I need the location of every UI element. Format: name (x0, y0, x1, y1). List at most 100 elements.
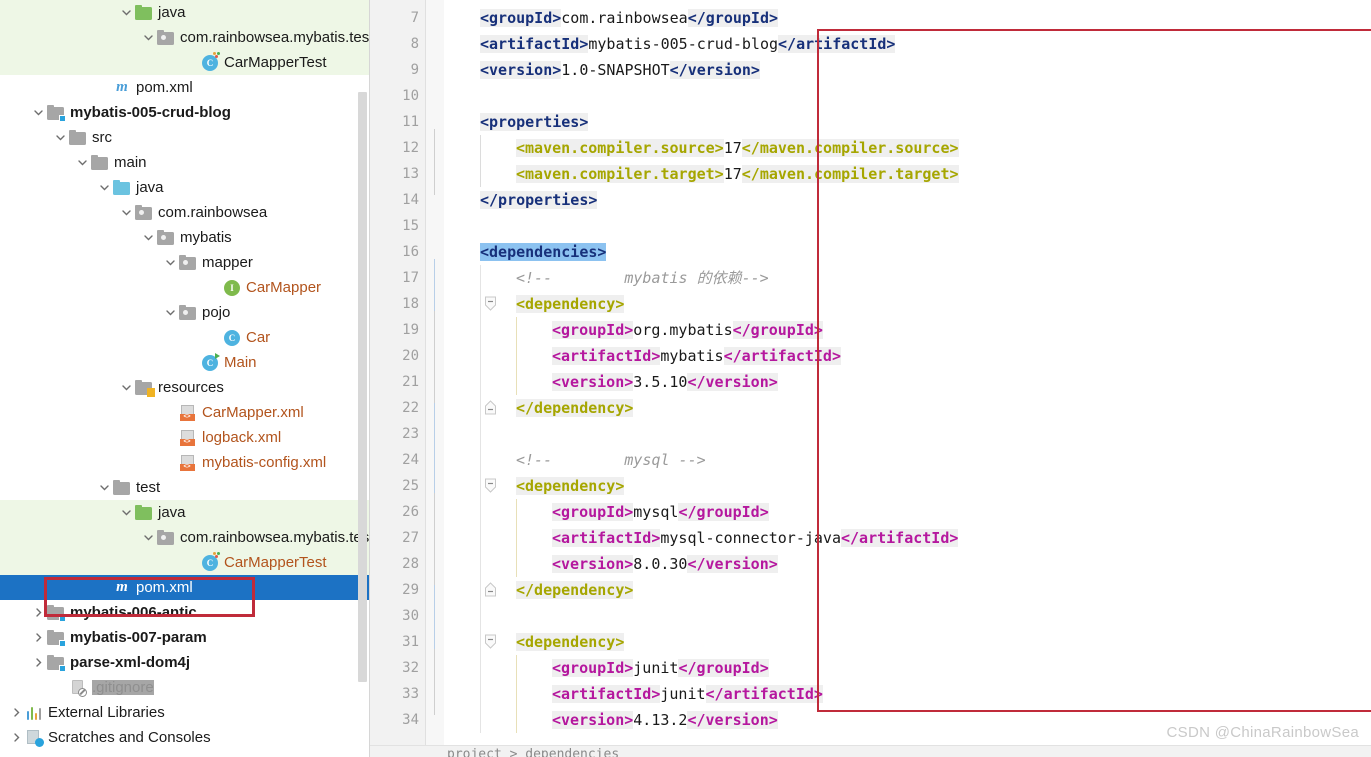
chevron-down-icon[interactable] (96, 482, 112, 493)
code-line[interactable]: <artifactId>junit</artifactId> (552, 681, 823, 707)
chevron-right-icon[interactable] (30, 607, 46, 618)
chevron-down-icon[interactable] (162, 307, 178, 318)
tree-item-scratches-and-consoles[interactable]: Scratches and Consoles (0, 725, 369, 750)
tree-item-carmapper[interactable]: I CarMapper (0, 275, 369, 300)
code-token: </version> (687, 711, 778, 729)
project-tree-panel[interactable]: java com.rainbowsea.mybatis.tes C CarMapper… (0, 0, 370, 757)
code-line[interactable]: <maven.compiler.source>17</maven.compile… (516, 135, 959, 161)
tree-item-com-rainbowsea[interactable]: com.rainbowsea (0, 200, 369, 225)
tree-item-java[interactable]: java (0, 0, 369, 25)
code-line[interactable]: <properties> (480, 109, 589, 135)
tree-item-car[interactable]: C Car (0, 325, 369, 350)
code-token: <artifactId> (552, 529, 661, 547)
tree-item-main[interactable]: main (0, 150, 369, 175)
tree-item-pojo[interactable]: pojo (0, 300, 369, 325)
code-editor[interactable]: 7 8 9 10 11 12 13 14 15 16 17 18 19 20 21 22 23 24 25 26 27 2… (370, 0, 1371, 757)
tree-item-label: com.rainbowsea.mybatis.tes (180, 29, 370, 46)
code-line[interactable]: <dependency> (516, 629, 625, 655)
code-line[interactable]: <groupId>org.mybatis</groupId> (552, 317, 823, 343)
chevron-down-icon[interactable] (118, 507, 134, 518)
tree-item-mybatis-007-param[interactable]: mybatis-007-param (0, 625, 369, 650)
tree-item-java[interactable]: java (0, 175, 369, 200)
code-line[interactable]: <maven.compiler.target>17</maven.compile… (516, 161, 959, 187)
code-line[interactable]: <artifactId>mysql-connector-java</artifa… (552, 525, 959, 551)
tree-item-resources[interactable]: resources (0, 375, 369, 400)
tree-item-logback-xml[interactable]: <> logback.xml (0, 425, 369, 450)
tree-item-pom-xml[interactable]: m pom.xml (0, 75, 369, 100)
code-token: </artifactId> (841, 529, 959, 547)
chevron-right-icon[interactable] (30, 632, 46, 643)
code-line[interactable]: <!-- mysql --> (516, 447, 706, 473)
line-number: 28 (402, 556, 419, 572)
tree-item-carmapper-xml[interactable]: <> CarMapper.xml (0, 400, 369, 425)
tree-item-mybatis[interactable]: mybatis (0, 225, 369, 250)
tree-item-main[interactable]: C Main (0, 350, 369, 375)
sidebar-scrollbar-thumb[interactable] (358, 92, 367, 682)
scratches-consoles-icon (24, 728, 44, 748)
code-line[interactable]: <artifactId>mybatis-005-crud-blog</artif… (480, 31, 896, 57)
tree-item-parse-xml-dom4j[interactable]: parse-xml-dom4j (0, 650, 369, 675)
code-line[interactable]: <groupId>com.rainbowsea</groupId> (480, 5, 779, 31)
tree-item-mapper[interactable]: mapper (0, 250, 369, 275)
tree-item-carmappertest[interactable]: C CarMapperTest (0, 550, 369, 575)
chevron-down-icon[interactable] (140, 232, 156, 243)
code-line[interactable]: <version>4.13.2</version> (552, 707, 778, 733)
tree-item-label: java (158, 504, 186, 521)
tree-item-pom-xml[interactable]: m pom.xml (0, 575, 369, 600)
code-line[interactable]: <!-- mybatis 的依赖--> (516, 265, 769, 291)
sidebar-scrollbar[interactable] (358, 0, 367, 757)
chevron-down-icon[interactable] (118, 382, 134, 393)
code-line[interactable]: <artifactId>mybatis</artifactId> (552, 343, 841, 369)
indent-guide (480, 135, 481, 187)
tree-item-com-rainbowsea-mybatis-tes[interactable]: com.rainbowsea.mybatis.tes (0, 25, 369, 50)
chevron-right-icon[interactable] (8, 732, 24, 743)
code-line[interactable]: </dependency> (516, 395, 634, 421)
tree-item-com-rainbowsea-mybatis-tes[interactable]: com.rainbowsea.mybatis.tes (0, 525, 369, 550)
code-content[interactable]: <groupId>com.rainbowsea</groupId> <artifa… (444, 0, 1371, 745)
chevron-down-icon[interactable] (162, 257, 178, 268)
chevron-down-icon[interactable] (118, 207, 134, 218)
breadcrumb[interactable]: project > dependencies (447, 747, 619, 757)
code-line[interactable]: <dependencies> (480, 239, 607, 265)
line-number: 23 (402, 426, 419, 442)
folder-icon (112, 478, 132, 498)
chevron-down-icon[interactable] (30, 107, 46, 118)
code-line[interactable]: </properties> (480, 187, 598, 213)
chevron-right-icon[interactable] (30, 657, 46, 668)
line-number: 7 (410, 10, 419, 26)
code-token: </artifactId> (723, 347, 841, 365)
code-line[interactable]: <dependency> (516, 291, 625, 317)
tree-item-src[interactable]: src (0, 125, 369, 150)
code-line[interactable]: <version>8.0.30</version> (552, 551, 778, 577)
tree-item-carmappertest[interactable]: C CarMapperTest (0, 50, 369, 75)
tree-item-mybatis-config-xml[interactable]: <> mybatis-config.xml (0, 450, 369, 475)
chevron-down-icon[interactable] (140, 32, 156, 43)
code-line[interactable]: <groupId>junit</groupId> (552, 655, 769, 681)
code-line[interactable]: <groupId>mysql</groupId> (552, 499, 769, 525)
editor-gutter[interactable]: 7 8 9 10 11 12 13 14 15 16 17 18 19 20 21 22 23 24 25 26 27 2… (370, 0, 425, 745)
code-line[interactable]: <dependency> (516, 473, 625, 499)
chevron-down-icon[interactable] (118, 7, 134, 18)
tree-item-test[interactable]: test (0, 475, 369, 500)
gitignore-file-icon (68, 678, 88, 698)
tree-item-gitignore[interactable]: .gitignore (0, 675, 369, 700)
code-token: 17 (723, 139, 742, 157)
chevron-down-icon[interactable] (74, 157, 90, 168)
line-number: 15 (402, 218, 419, 234)
tree-item-java[interactable]: java (0, 500, 369, 525)
tree-item-external-libraries[interactable]: External Libraries (0, 700, 369, 725)
chevron-down-icon[interactable] (96, 182, 112, 193)
code-token: </properties> (480, 191, 598, 209)
tree-item-mybatis-005-crud-blog[interactable]: mybatis-005-crud-blog (0, 100, 369, 125)
folder-icon (68, 128, 88, 148)
line-number: 34 (402, 712, 419, 728)
fold-gutter[interactable] (426, 0, 496, 745)
code-line[interactable]: <version>3.5.10</version> (552, 369, 778, 395)
line-number: 8 (410, 36, 419, 52)
chevron-down-icon[interactable] (52, 132, 68, 143)
chevron-down-icon[interactable] (140, 532, 156, 543)
tree-item-mybatis-006-antic[interactable]: mybatis-006-antic (0, 600, 369, 625)
chevron-right-icon[interactable] (8, 707, 24, 718)
code-line[interactable]: </dependency> (516, 577, 634, 603)
code-line[interactable]: <version>1.0-SNAPSHOT</version> (480, 57, 760, 83)
